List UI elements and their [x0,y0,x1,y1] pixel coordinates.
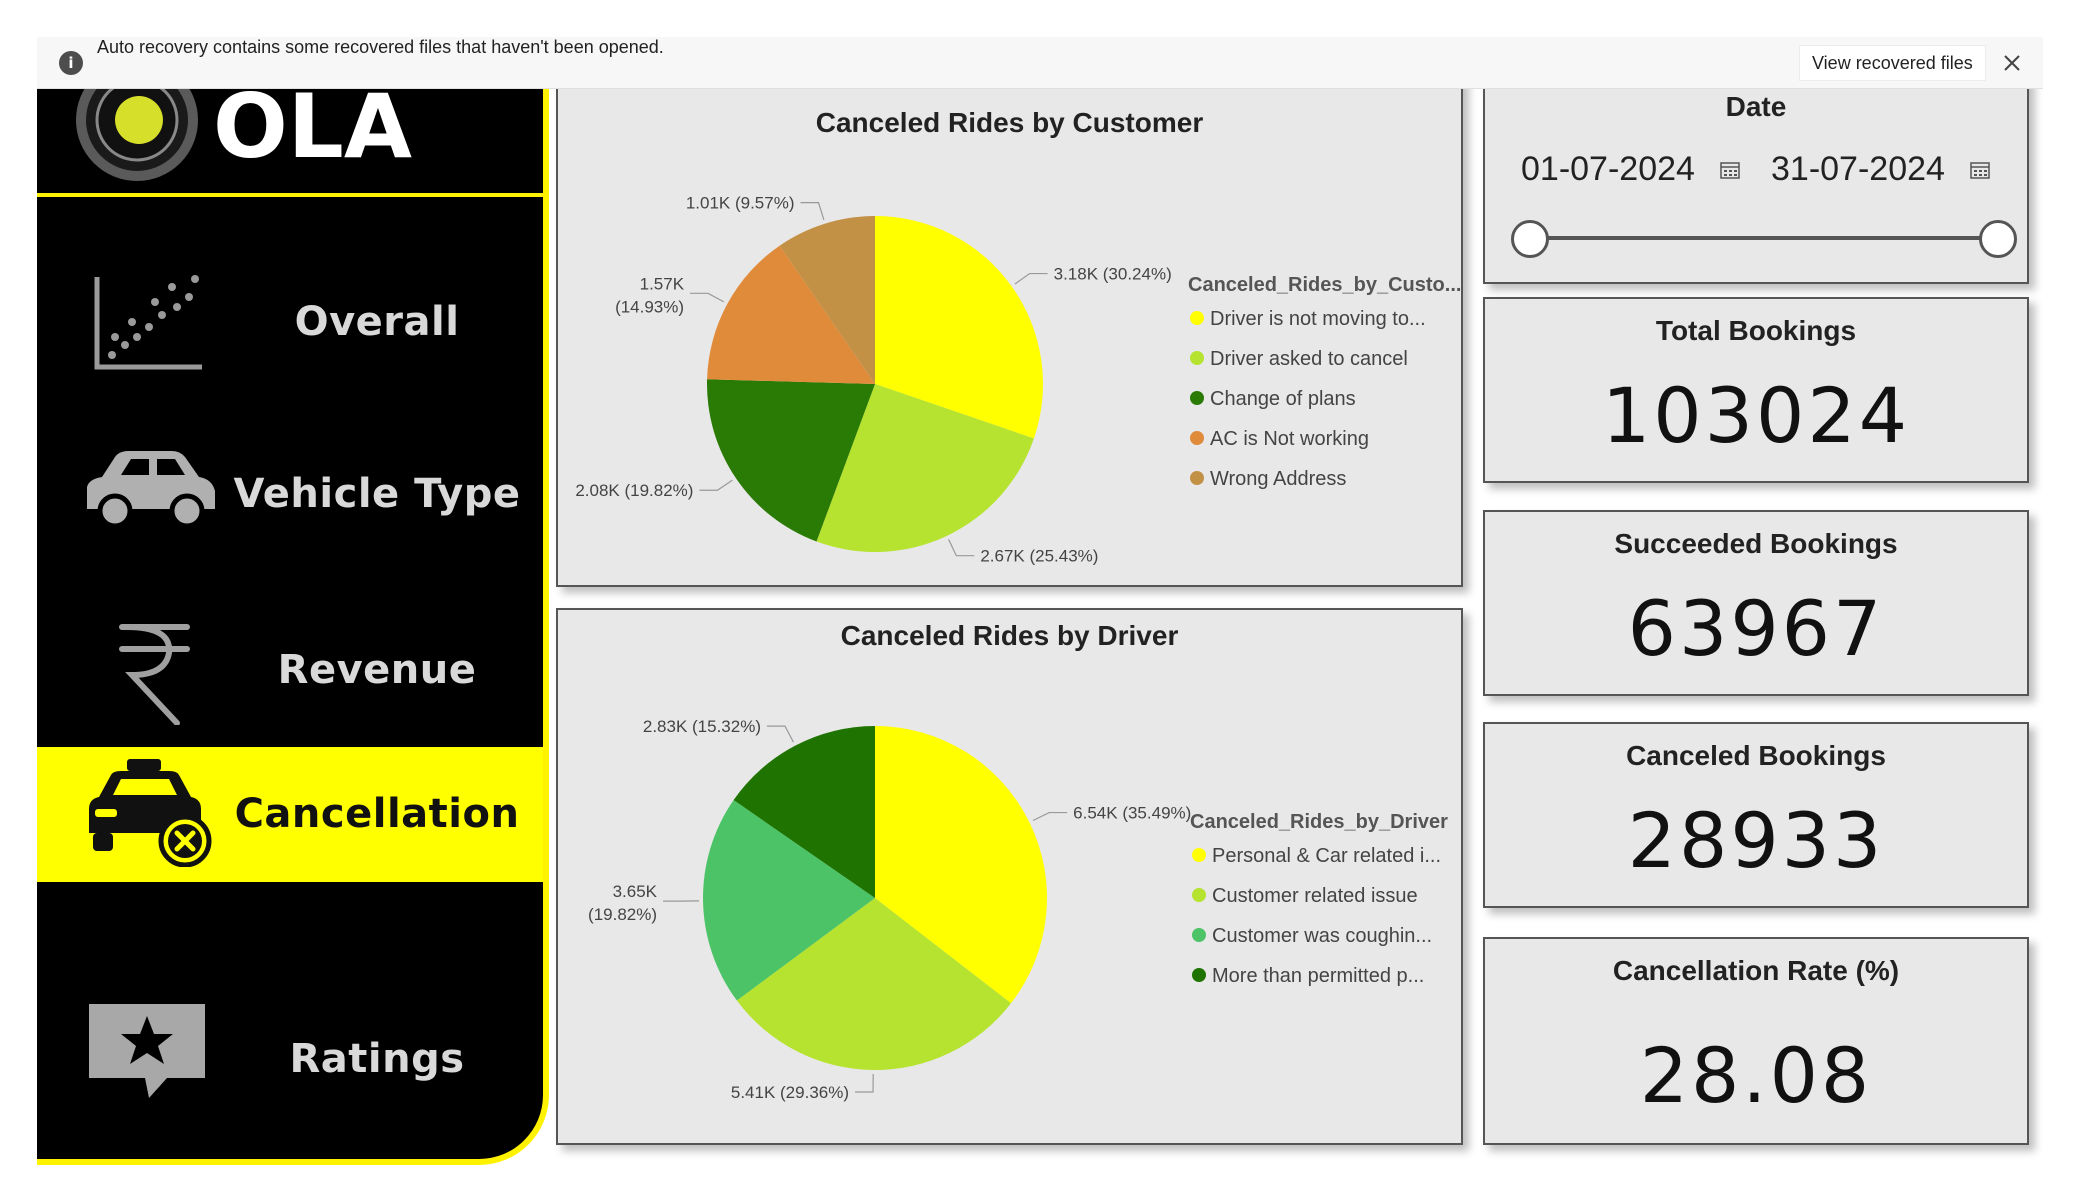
date-slicer-title: Date [1725,91,1787,122]
legend-item[interactable]: Wrong Address [1210,468,1346,490]
legend-item[interactable]: Personal & Car related i... [1212,845,1441,867]
data-label: 3.18K (30.24%) [1054,265,1172,284]
car-icon [87,451,215,529]
data-label: 2.83K (15.32%) [643,717,761,736]
legend-marker [1192,888,1206,902]
leader-line [948,539,975,557]
kpi-card-cancellation-rate: Cancellation Rate (%) 28.08 [1483,937,2029,1145]
date-range-slider-track[interactable] [1529,236,1999,240]
leader-line [800,201,825,220]
sidebar-item-label: Overall [294,299,460,345]
sidebar-item-label: Revenue [277,647,477,693]
start-date-field[interactable]: 01-07-2024 [1521,143,1695,195]
kpi-value: 63967 [1627,584,1885,673]
auto-recovery-notification: i Auto recovery contains some recovered … [37,37,2043,89]
customer-pie-chart: 3.18K (30.24%) 2.67K (25.43%) 2.08K (19.82… [575,194,1461,566]
data-label: (14.93%) [615,297,684,316]
kpi-value: 103024 [1601,371,1911,460]
sidebar-item-label: Cancellation [234,791,520,837]
calendar-icon[interactable] [1970,161,1990,179]
legend-marker [1190,391,1204,405]
calendar-icon[interactable] [1720,161,1740,179]
legend-marker [1190,351,1204,365]
close-icon[interactable] [1999,50,2025,76]
legend-marker [1190,431,1204,445]
notification-message: Auto recovery contains some recovered fi… [97,37,664,57]
kpi-title: Total Bookings [1655,315,1857,346]
leader-line [1032,811,1068,822]
leader-line [767,725,794,743]
legend-marker [1190,311,1204,325]
sidebar-item-label: Ratings [289,1036,465,1082]
leader-line [699,479,733,491]
brand-name: OLA [213,75,412,178]
rupee-icon [119,624,190,725]
kpi-title: Cancellation Rate (%) [1612,955,1900,986]
legend-marker [1192,928,1206,942]
legend-item[interactable]: Driver asked to cancel [1210,348,1408,370]
data-label: 2.67K (25.43%) [980,547,1098,566]
date-slicer-panel: Date 01-07-2024 31-07-2024 [1483,57,2029,284]
dashboard-app: OLA Overall Vehicle Type Revenue Cancell… [37,37,2043,1165]
leader-line [690,292,725,303]
info-icon: i [59,51,83,75]
driver-cancellation-pie-panel: Canceled Rides by Driver 6.54K (35.49%) 5… [556,608,1463,1145]
driver-pie-chart: 6.54K (35.49%) 5.41K (29.36%) 3.65K (19.82%… [588,717,1448,1102]
legend-item[interactable]: Customer related issue [1212,885,1418,907]
kpi-card-succeeded-bookings: Succeeded Bookings 63967 [1483,510,2029,696]
kpi-value: 28933 [1627,796,1885,885]
legend-marker [1192,848,1206,862]
end-date-field[interactable]: 31-07-2024 [1771,143,1945,195]
data-label: 2.08K (19.82%) [575,481,693,500]
legend-item[interactable]: Customer was coughin... [1212,925,1432,947]
scatter-chart-icon [94,275,202,370]
star-speech-bubble-icon [89,1004,205,1098]
legend-item[interactable]: AC is Not working [1210,428,1369,450]
legend-title: Canceled_Rides_by_Custo... [1188,274,1461,296]
customer-cancellation-pie-panel: Canceled Rides by Customer 3.18K (30.24%… [556,57,1463,587]
data-label: 3.65K [613,882,658,901]
kpi-card-total-bookings: Total Bookings 103024 [1483,297,2029,483]
data-label: (19.82%) [588,905,657,924]
leader-line [1014,272,1048,285]
sidebar-item-cancellation[interactable]: Cancellation [37,747,543,882]
data-label: 1.57K [640,274,685,293]
legend-title: Canceled_Rides_by_Driver [1190,811,1448,833]
kpi-title: Succeeded Bookings [1614,528,1898,559]
data-label: 6.54K (35.49%) [1073,804,1191,823]
date-range-start-handle[interactable] [1511,220,1549,258]
sidebar-nav: OLA Overall Vehicle Type Revenue Cancell… [37,37,549,1165]
data-label: 5.41K (29.36%) [731,1083,849,1102]
data-label: 1.01K (9.57%) [686,194,795,213]
sidebar-item-revenue[interactable]: Revenue [37,595,543,745]
kpi-title: Canceled Bookings [1626,740,1886,771]
sidebar-item-label: Vehicle Type [233,471,521,517]
legend-item[interactable]: Driver is not moving to... [1210,308,1426,330]
legend-item[interactable]: Change of plans [1210,388,1356,410]
kpi-card-canceled-bookings: Canceled Bookings 28933 [1483,722,2029,908]
legend-marker [1192,968,1206,982]
sidebar-item-ratings[interactable]: Ratings [37,984,543,1134]
leader-line [855,1073,874,1093]
legend-marker [1190,471,1204,485]
taxi-cancel-icon [89,759,212,867]
view-recovered-files-button[interactable]: View recovered files [1799,45,1986,81]
date-range-end-handle[interactable] [1979,220,2017,258]
sidebar-item-overall[interactable]: Overall [37,247,543,397]
kpi-value: 28.08 [1639,1031,1873,1120]
sidebar-item-vehicle-type[interactable]: Vehicle Type [37,419,543,569]
legend-item[interactable]: More than permitted p... [1212,965,1424,987]
